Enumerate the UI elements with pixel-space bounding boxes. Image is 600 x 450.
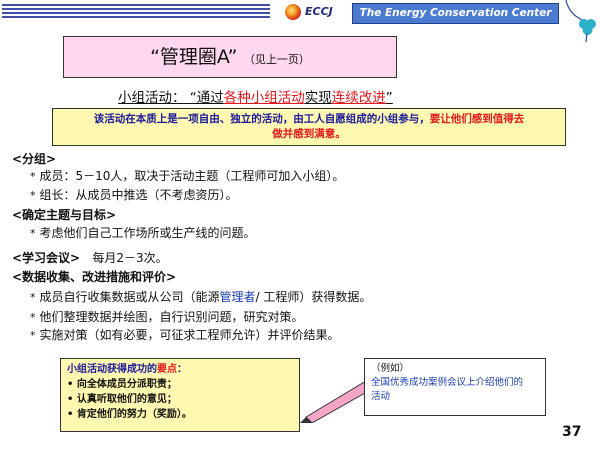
slide-title-note: （见上一页） [249, 53, 310, 66]
grouping-item-2: * 组长：从成员中推选（不考虑资历）。 [30, 186, 238, 203]
subtitle-suffix: ” [385, 90, 393, 106]
example-text-line2: 活动 [371, 391, 391, 402]
data-item-2: * 他们整理数据并绘图，自行识别问题，研究对策。 [30, 308, 304, 325]
bullet-star-icon: * [30, 291, 36, 304]
header-decor-lines [2, 4, 270, 20]
logo-emblem-icon [285, 4, 301, 20]
data-item-3: * 实施对策（如有必要，可征求工程师允许）并评价结果。 [30, 326, 340, 343]
bullet-star-icon: * [30, 329, 36, 342]
subtitle-highlight-1: 各种小组活动 [223, 90, 305, 106]
data-item-1-highlight: 管理者 [219, 290, 256, 304]
note-line1: 该活动在本质上是一项自由、独立的活动，由工人自愿组成的小组参与， [93, 113, 430, 125]
success-item-2: • 认真听取他们的意见； [67, 394, 177, 405]
section-meeting: <学习会议> 每月2－3次。 [12, 249, 168, 266]
clover-decoration-icon [565, 0, 596, 43]
success-factors-box: 小组活动获得成功的要点： • 向全体成员分派职责； • 认真听取他们的意见； •… [60, 358, 300, 432]
example-label: （例如） [371, 363, 410, 374]
bullet-star-icon: * [30, 227, 36, 240]
subtitle-prefix: 小组活动： “通过 [118, 90, 224, 106]
example-box: （例如） 全国优秀成功案例会议上介绍他们的 活动 [364, 358, 546, 416]
grouping-item-1-text: 成员：5－10人，取决于活动主题（工程师可加入小组）。 [39, 169, 345, 183]
slide-subtitle: 小组活动： “通过各种小组活动实现连续改进” [118, 86, 498, 106]
bullet-star-icon: * [30, 189, 36, 202]
slide-title: “管理圈A” [150, 46, 238, 68]
success-item-1: • 向全体成员分派职责； [67, 379, 177, 390]
section-meeting-heading: <学习会议> [12, 251, 81, 265]
theme-item-1: * 考虑他们自己工作场所或生产线的问题。 [30, 224, 256, 241]
note-line2: 做并感到满意。 [272, 128, 346, 140]
bullet-star-icon: * [30, 311, 36, 324]
section-meeting-text: 每月2－3次。 [92, 251, 168, 265]
data-item-1: * 成员自行收集数据或从公司（能源管理者/ 工程师）获得数据。 [30, 288, 371, 305]
eccj-logo: ECCJ [285, 2, 339, 22]
subtitle-highlight-2: 连续改进 [331, 90, 386, 106]
slide-title-box: “管理圈A” （见上一页） [63, 36, 397, 78]
data-item-3-text: 实施对策（如有必要，可征求工程师允许）并评价结果。 [39, 328, 340, 342]
org-name-bar: The Energy Conservation Center Japan [352, 3, 559, 38]
theme-item-1-text: 考虑他们自己工作场所或生产线的问题。 [39, 226, 256, 240]
success-title-highlight: 要点 [157, 364, 177, 375]
note-line1-highlight: 要让他们感到值得去 [429, 113, 525, 125]
section-grouping-heading: <分组> [12, 152, 57, 166]
success-factors-title: 小组活动获得成功的要点： [67, 362, 293, 377]
grouping-item-2-text: 组长：从成员中推选（不考虑资历）。 [39, 188, 238, 202]
success-title-c: ： [177, 364, 187, 375]
data-item-1-text-c: / 工程师）获得数据。 [255, 290, 372, 304]
example-text-line1: 全国优秀成功案例会议上介绍他们的 [371, 377, 524, 388]
bullet-star-icon: * [30, 170, 36, 183]
success-item-3: • 肯定他们的努力（奖励）。 [67, 409, 192, 420]
data-item-1-text-a: 成员自行收集数据或从公司（能源 [39, 290, 220, 304]
section-theme-heading: <确定主题与目标> [12, 208, 117, 222]
section-data-heading: <数据收集、改进措施和评价> [12, 270, 177, 284]
subtitle-mid: 实现 [304, 90, 332, 106]
data-item-2-text: 他们整理数据并绘图，自行识别问题，研究对策。 [39, 310, 304, 324]
grouping-item-1: * 成员：5－10人，取决于活动主题（工程师可加入小组）。 [30, 167, 344, 184]
logo-text: ECCJ [305, 5, 333, 18]
success-title-a: 小组活动获得成功的 [67, 364, 157, 375]
page-number: 37 [562, 424, 582, 440]
activity-note-box: 该活动在本质上是一项自由、独立的活动，由工人自愿组成的小组参与，要让他们感到值得… [52, 108, 566, 146]
